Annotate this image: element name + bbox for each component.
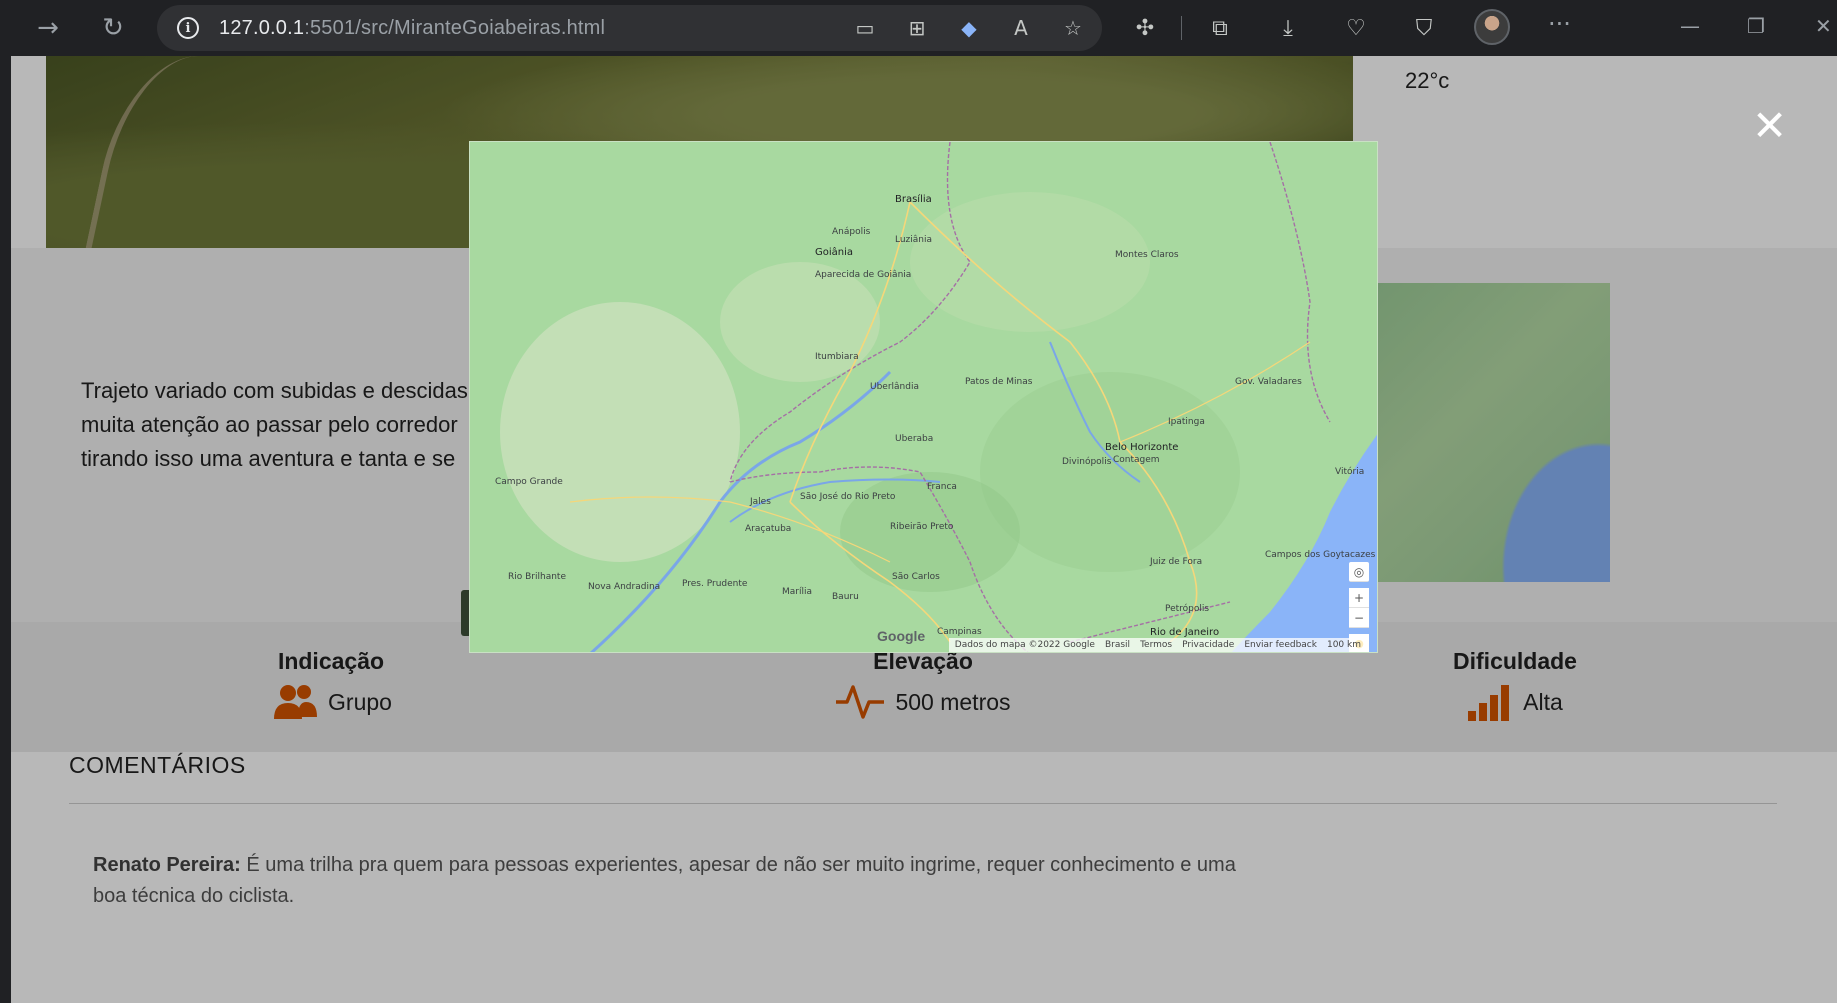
site-info-icon[interactable]: i <box>177 17 199 39</box>
read-aloud-icon[interactable]: A <box>1006 13 1036 43</box>
health-icon[interactable]: ♡ <box>1336 10 1376 46</box>
map-city-label: Aparecida de Goiânia <box>815 270 912 280</box>
map-city-label: Marília <box>782 587 812 597</box>
map-city-label: Gov. Valadares <box>1235 377 1302 387</box>
browser-essentials-icon[interactable]: ⛉ <box>1404 10 1444 46</box>
collections-icon[interactable]: ⧉ <box>1200 10 1240 46</box>
favorite-add-icon[interactable]: ☆ <box>1058 13 1088 43</box>
window-close-icon[interactable]: ✕ <box>1815 14 1832 38</box>
map-data-credit: Dados do mapa ©2022 Google <box>954 640 1095 650</box>
map-city-label: Campos dos Goytacazes <box>1265 550 1376 560</box>
profile-avatar[interactable] <box>1474 9 1510 45</box>
expanded-map[interactable]: Brasília Anápolis Goiânia Aparecida de G… <box>469 141 1378 653</box>
page-left-edge <box>0 56 11 1003</box>
privacy-link[interactable]: Privacidade <box>1182 640 1234 650</box>
map-city-label: Luziânia <box>895 235 933 245</box>
more-options-icon[interactable]: ··· <box>1548 10 1571 38</box>
map-city-label: São José do Rio Preto <box>800 492 896 502</box>
map-attribution: Dados do mapa ©2022 Google Brasil Termos… <box>948 638 1367 652</box>
feedback-link[interactable]: Enviar feedback <box>1244 640 1317 650</box>
map-city-label: Uberaba <box>895 434 934 444</box>
map-city-label: Vitória <box>1335 467 1365 477</box>
minimize-icon[interactable]: — <box>1680 14 1700 38</box>
zoom-in-button[interactable]: + <box>1349 588 1369 608</box>
map-city-label: Nova Andradina <box>588 582 661 592</box>
map-city-label: Ribeirão Preto <box>890 522 954 532</box>
toolbar-divider <box>1181 16 1182 40</box>
map-city-label: Divinópolis <box>1062 457 1112 467</box>
browser-toolbar: → ↻ i 127.0.0.1:5501/src/MiranteGoiabeir… <box>0 0 1837 56</box>
map-city-label: São Carlos <box>892 572 940 582</box>
device-icon[interactable]: ▭ <box>850 13 880 43</box>
map-city-label: Franca <box>927 482 957 492</box>
apps-icon[interactable]: ⊞ <box>902 13 932 43</box>
map-city-label: Goiânia <box>815 247 854 258</box>
google-logo: Google <box>877 628 926 644</box>
map-city-label: Pres. Prudente <box>682 579 748 589</box>
forward-icon[interactable]: → <box>30 10 66 46</box>
map-region-link[interactable]: Brasil <box>1105 640 1130 650</box>
map-city-label: Campinas <box>937 627 982 637</box>
map-city-label: Brasília <box>895 194 932 205</box>
zoom-out-button[interactable]: − <box>1349 608 1369 628</box>
map-city-label: Ipatinga <box>1168 417 1205 427</box>
url-path: :5501/src/MiranteGoiabeiras.html <box>304 16 606 39</box>
url-text[interactable]: 127.0.0.1:5501/src/MiranteGoiabeiras.htm… <box>219 17 605 40</box>
url-host: 127.0.0.1 <box>219 16 305 39</box>
map-city-label: Petrópolis <box>1165 604 1210 614</box>
map-scale: 100 km <box>1326 640 1361 650</box>
refresh-icon[interactable]: ↻ <box>95 10 131 46</box>
extensions-icon[interactable]: ✣ <box>1125 10 1165 46</box>
terms-link[interactable]: Termos <box>1140 640 1172 650</box>
map-city-label: Campo Grande <box>495 477 563 487</box>
restore-icon[interactable]: ❐ <box>1747 14 1765 38</box>
map-city-label: Juiz de Fora <box>1150 557 1203 567</box>
map-city-label: Montes Claros <box>1115 250 1179 260</box>
my-location-icon[interactable]: ◎ <box>1349 562 1369 582</box>
map-city-label: Rio Brilhante <box>508 572 566 582</box>
map-city-label: Anápolis <box>832 227 871 237</box>
map-city-label: Jales <box>750 497 771 507</box>
map-city-label: Itumbiara <box>815 352 859 362</box>
map-city-label: Patos de Minas <box>965 377 1033 387</box>
map-city-label: Araçatuba <box>745 524 792 534</box>
map-city-label: Bauru <box>832 592 859 602</box>
map-city-label: Contagem <box>1113 455 1160 465</box>
map-city-label: Uberlândia <box>870 382 919 392</box>
address-bar[interactable]: i 127.0.0.1:5501/src/MiranteGoiabeiras.h… <box>157 5 1102 51</box>
coupon-tag-icon[interactable]: ◆ <box>954 13 984 43</box>
map-city-label: Belo Horizonte <box>1105 442 1179 453</box>
map-city-label: Rio de Janeiro <box>1150 627 1220 638</box>
close-modal-icon[interactable]: ✕ <box>1752 105 1787 147</box>
downloads-icon[interactable]: ⤓ <box>1268 10 1308 46</box>
